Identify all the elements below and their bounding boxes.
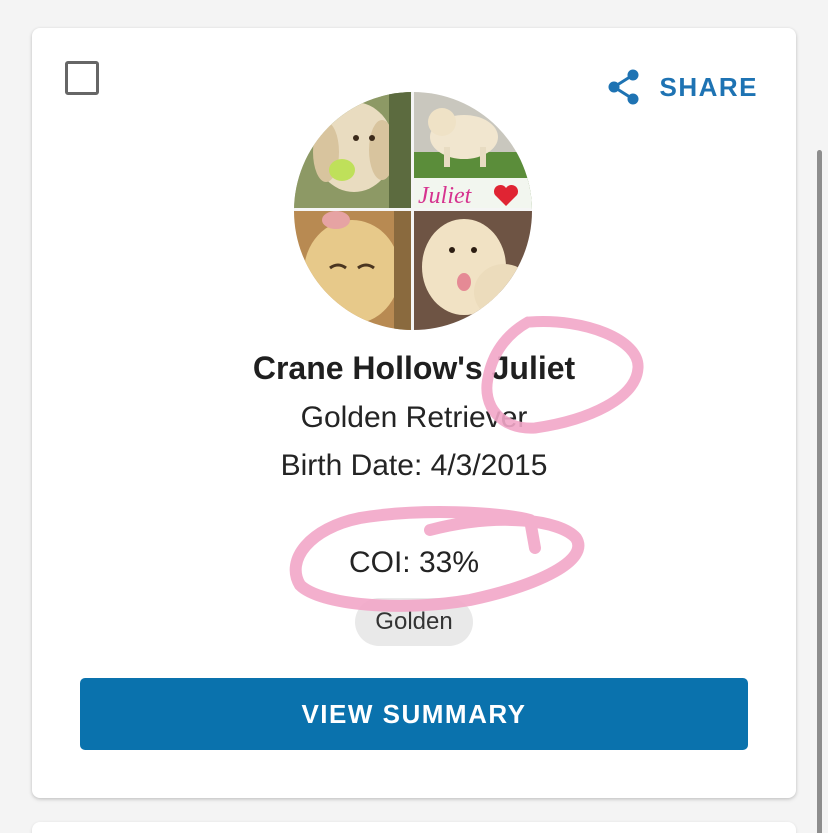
birth-date-value: 4/3/2015	[430, 449, 548, 482]
share-icon	[608, 69, 639, 105]
photo-top-left	[294, 92, 412, 209]
birth-date-label: Birth Date:	[280, 449, 423, 482]
coi-label: COI:	[348, 546, 411, 579]
share-label: SHARE	[659, 71, 758, 102]
select-checkbox[interactable]	[65, 61, 99, 95]
dog-card: SHARE Juliet Crane Hollow's Juliet Golde…	[32, 28, 796, 798]
avatar-caption: Juliet	[418, 183, 473, 209]
share-button[interactable]: SHARE	[607, 68, 758, 106]
dog-breed: Golden Retriever	[300, 401, 528, 434]
photo-bottom-left	[294, 211, 412, 330]
dog-name: Crane Hollow's Juliet	[252, 350, 576, 386]
view-summary-button[interactable]: VIEW SUMMARY	[80, 678, 748, 750]
next-card-edge	[32, 822, 796, 833]
photo-bottom-right	[414, 211, 532, 330]
coi-value: 33%	[418, 546, 480, 579]
coi-row: COI: 33%	[32, 546, 796, 580]
breed-tag: Golden	[355, 598, 473, 646]
scrollbar[interactable]	[817, 150, 822, 833]
dog-avatar: Juliet	[294, 92, 532, 330]
page: SHARE Juliet Crane Hollow's Juliet Golde…	[0, 0, 828, 833]
birth-date-row: Birth Date: 4/3/2015	[32, 449, 796, 483]
